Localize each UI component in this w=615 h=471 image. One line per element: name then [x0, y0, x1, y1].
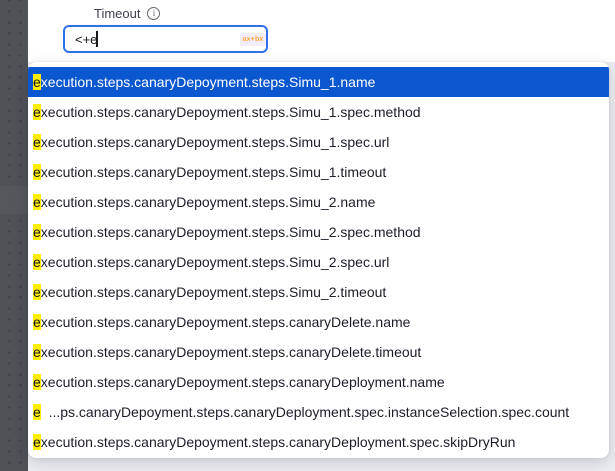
expression-type-badge[interactable]: ax+bx — [240, 33, 266, 46]
suggestion-item[interactable]: execution.steps.canaryDepoyment.steps.Si… — [28, 67, 609, 97]
match-highlight: e — [33, 164, 41, 180]
suggestion-text: xecution.steps.canaryDepoyment.steps.Sim… — [41, 104, 421, 120]
match-highlight: e — [33, 104, 41, 120]
pipeline-canvas-band — [0, 186, 28, 214]
suggestion-text: xecution.steps.canaryDepoyment.steps.can… — [41, 374, 445, 390]
match-highlight: e — [33, 134, 41, 150]
match-highlight: e — [33, 284, 41, 300]
timeout-field-label: Timeout — [94, 6, 140, 21]
suggestion-text: xecution.steps.canaryDepoyment.steps.Sim… — [41, 254, 390, 270]
suggestion-text: xecution.steps.canaryDepoyment.steps.can… — [41, 314, 411, 330]
suggestion-item[interactable]: execution.steps.canaryDepoyment.steps.Si… — [28, 247, 609, 277]
suggestion-item[interactable]: execution.steps.canaryDepoyment.steps.ca… — [28, 337, 609, 367]
suggestion-item[interactable]: execution.steps.canaryDepoyment.steps.ca… — [28, 427, 609, 457]
match-highlight: e — [33, 344, 41, 360]
match-highlight: e — [33, 224, 41, 240]
match-highlight: e — [33, 404, 41, 420]
match-highlight: e — [33, 314, 41, 330]
suggestion-text: xecution.steps.canaryDepoyment.steps.Sim… — [41, 224, 421, 240]
suggestion-list: execution.steps.canaryDepoyment.steps.Si… — [28, 67, 609, 457]
suggestion-item[interactable]: execution.steps.canaryDepoyment.steps.Si… — [28, 217, 609, 247]
timeout-input[interactable] — [63, 25, 268, 53]
suggestion-text: xecution.steps.canaryDepoyment.steps.Sim… — [41, 74, 376, 90]
suggestion-text: xecution.steps.canaryDepoyment.steps.Sim… — [41, 134, 390, 150]
match-highlight: e — [33, 434, 41, 450]
info-icon[interactable]: i — [147, 7, 160, 20]
match-highlight: e — [33, 254, 41, 270]
match-highlight: e — [33, 74, 41, 90]
match-highlight: e — [33, 374, 41, 390]
suggestion-text: xecution.steps.canaryDepoyment.steps.Sim… — [41, 164, 387, 180]
suggestion-item[interactable]: execution.steps.canaryDepoyment.steps.Si… — [28, 187, 609, 217]
suggestion-item[interactable]: execution.steps.canaryDepoyment.steps.Si… — [28, 157, 609, 187]
suggestion-item[interactable]: execution.steps.canaryDepoyment.steps.Si… — [28, 97, 609, 127]
suggestion-item[interactable]: execution.steps.canaryDepoyment.steps.Si… — [28, 127, 609, 157]
suggestion-text: xecution.steps.canaryDepoyment.steps.can… — [41, 434, 516, 450]
suggestion-text: xecution.steps.canaryDepoyment.steps.Sim… — [41, 194, 376, 210]
suggestion-item[interactable]: execution.steps.canaryDepoyment.steps.Si… — [28, 277, 609, 307]
suggestion-item[interactable]: execution.steps.canaryDepoyment.steps.ca… — [28, 367, 609, 397]
text-caret — [96, 31, 98, 47]
suggestion-item[interactable]: e ...ps.canaryDepoyment.steps.canaryDepl… — [28, 397, 609, 427]
expression-suggestion-dropdown: execution.steps.canaryDepoyment.steps.Si… — [28, 62, 609, 458]
timeout-field-label-row: Timeout i — [94, 6, 160, 21]
suggestion-item[interactable]: execution.steps.canaryDepoyment.steps.ca… — [28, 307, 609, 337]
match-highlight: e — [33, 194, 41, 210]
pipeline-canvas — [0, 0, 28, 471]
suggestion-text: xecution.steps.canaryDepoyment.steps.can… — [41, 344, 422, 360]
suggestion-text: xecution.steps.canaryDepoyment.steps.Sim… — [41, 284, 387, 300]
suggestion-text: ...ps.canaryDepoyment.steps.canaryDeploy… — [41, 404, 569, 420]
